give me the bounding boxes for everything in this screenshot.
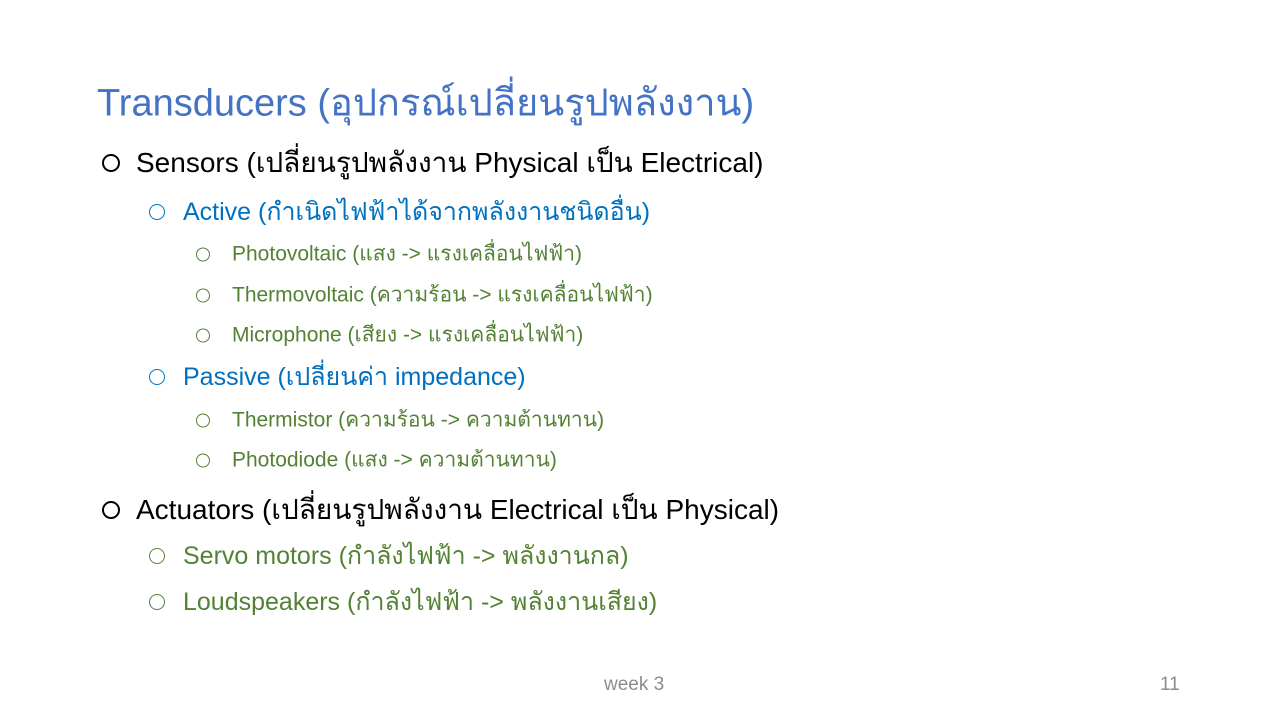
bullet-text: Thermistor (ความร้อน -> ความต้านทาน) xyxy=(232,408,605,432)
circle-bullet-icon xyxy=(102,154,120,172)
circle-bullet-icon xyxy=(149,369,165,385)
circle-bullet-icon xyxy=(149,548,165,564)
circle-bullet-icon xyxy=(196,413,210,427)
bullet-item-sensors: Sensors (เปลี่ยนรูปพลังงาน Physical เป็น… xyxy=(102,141,764,185)
bullet-item-loudspeakers: Loudspeakers (กำลังไฟฟ้า -> พลังงานเสียง… xyxy=(149,582,657,622)
circle-bullet-icon xyxy=(196,328,210,342)
bullet-text: Passive (เปลี่ยนค่า impedance) xyxy=(183,363,526,391)
circle-bullet-icon xyxy=(196,247,210,261)
bullet-text: Photodiode (แสง -> ความต้านทาน) xyxy=(232,448,557,472)
bullet-text: Sensors (เปลี่ยนรูปพลังงาน Physical เป็น… xyxy=(136,147,764,178)
circle-bullet-icon xyxy=(149,204,165,220)
bullet-item-thermistor: Thermistor (ความร้อน -> ความต้านทาน) xyxy=(196,404,604,437)
footer-text: week 3 xyxy=(604,674,665,695)
bullet-item-passive: Passive (เปลี่ยนค่า impedance) xyxy=(149,357,526,397)
slide-number: 11 xyxy=(1160,674,1180,695)
circle-bullet-icon xyxy=(196,453,210,467)
bullet-text: Servo motors (กำลังไฟฟ้า -> พลังงานกล) xyxy=(183,542,629,570)
bullet-item-microphone: Microphone (เสียง -> แรงเคลื่อนไฟฟ้า) xyxy=(196,319,583,352)
bullet-item-photovoltaic: Photovoltaic (แสง -> แรงเคลื่อนไฟฟ้า) xyxy=(196,238,582,271)
bullet-text: Actuators (เปลี่ยนรูปพลังงาน Electrical … xyxy=(136,494,780,525)
bullet-text: Photovoltaic (แสง -> แรงเคลื่อนไฟฟ้า) xyxy=(232,242,582,266)
bullet-text: Thermovoltaic (ความร้อน -> แรงเคลื่อนไฟฟ… xyxy=(232,283,653,307)
circle-bullet-icon xyxy=(149,594,165,610)
bullet-item-actuators: Actuators (เปลี่ยนรูปพลังงาน Electrical … xyxy=(102,488,779,532)
bullet-item-photodiode: Photodiode (แสง -> ความต้านทาน) xyxy=(196,444,557,477)
bullet-item-thermovoltaic: Thermovoltaic (ความร้อน -> แรงเคลื่อนไฟฟ… xyxy=(196,279,653,312)
bullet-item-servo-motors: Servo motors (กำลังไฟฟ้า -> พลังงานกล) xyxy=(149,536,629,576)
bullet-text: Active (กำเนิดไฟฟ้าได้จากพลังงานชนิดอื่น… xyxy=(183,198,651,226)
circle-bullet-icon xyxy=(102,501,120,519)
bullet-text: Microphone (เสียง -> แรงเคลื่อนไฟฟ้า) xyxy=(232,323,584,347)
slide-title: Transducers (อุปกรณ์เปลี่ยนรูปพลังงาน) xyxy=(97,82,755,125)
bullet-text: Loudspeakers (กำลังไฟฟ้า -> พลังงานเสียง… xyxy=(183,588,658,616)
bullet-item-active: Active (กำเนิดไฟฟ้าได้จากพลังงานชนิดอื่น… xyxy=(149,192,650,232)
circle-bullet-icon xyxy=(196,288,210,302)
